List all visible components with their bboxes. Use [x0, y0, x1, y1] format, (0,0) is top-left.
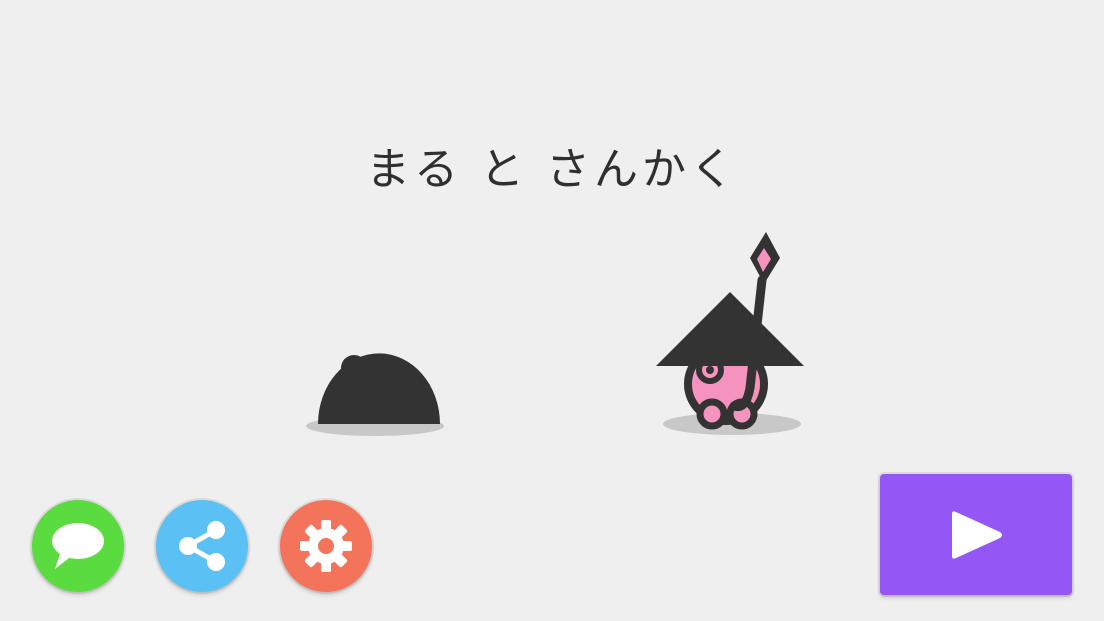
maru-ear	[341, 355, 367, 381]
sankaku-hat	[656, 292, 804, 366]
maru-body	[318, 353, 440, 424]
game-title: まる と さんかく	[366, 144, 738, 195]
play-icon	[952, 510, 1002, 559]
settings-button[interactable]	[280, 500, 372, 592]
play-button[interactable]	[880, 474, 1072, 595]
gear-icon	[300, 520, 352, 572]
speech-bubble-icon	[52, 523, 104, 569]
sankaku-foot-left	[696, 398, 728, 430]
maru-character	[306, 353, 444, 436]
share-button[interactable]	[156, 500, 248, 592]
share-icon	[179, 521, 225, 571]
chat-button[interactable]	[32, 500, 124, 592]
sankaku-character	[656, 232, 804, 435]
